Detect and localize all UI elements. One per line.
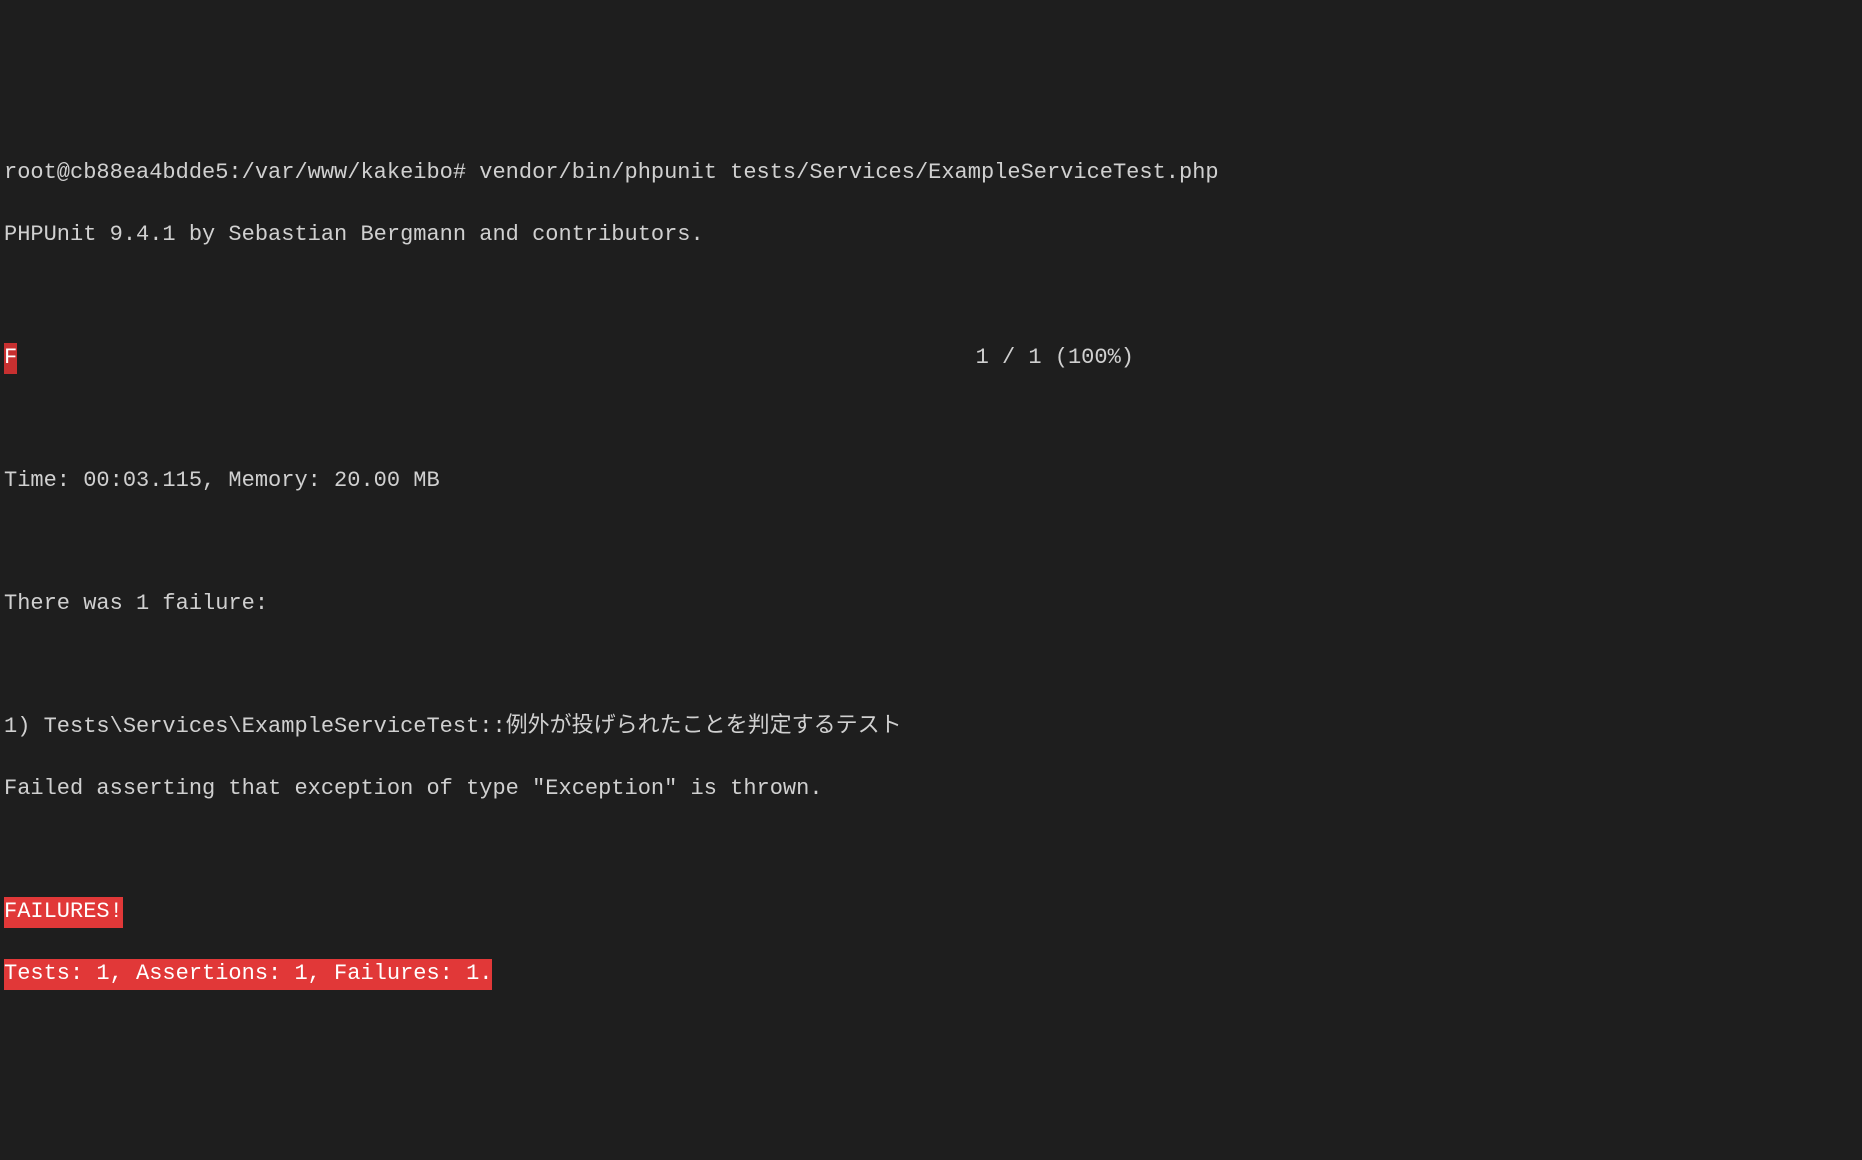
terminal-output[interactable]: root@cb88ea4bdde5:/var/www/kakeibo# vend… [4,127,1858,1020]
summary-counts-badge: Tests: 1, Assertions: 1, Failures: 1. [4,959,492,990]
blank-line [4,404,1858,435]
progress-line: F 1 / 1 (100%) [4,343,1134,374]
summary-counts-line: Tests: 1, Assertions: 1, Failures: 1. [4,959,1858,990]
blank-line [4,281,1858,312]
time-memory-stats: Time: 00:03.115, Memory: 20.00 MB [4,466,1858,497]
blank-line [4,836,1858,867]
failures-badge: FAILURES! [4,897,123,928]
blank-line [4,528,1858,559]
summary-failures-line: FAILURES! [4,897,1858,928]
failure-message: Failed asserting that exception of type … [4,774,1858,805]
progress-count: 1 / 1 (100%) [976,343,1134,374]
fail-marker: F [4,343,17,374]
failure-header: There was 1 failure: [4,589,1858,620]
prompt-line: root@cb88ea4bdde5:/var/www/kakeibo# vend… [4,158,1858,189]
blank-line [4,651,1858,682]
phpunit-header: PHPUnit 9.4.1 by Sebastian Bergmann and … [4,220,1858,251]
failure-test-name: 1) Tests\Services\ExampleServiceTest::例外… [4,712,1858,743]
